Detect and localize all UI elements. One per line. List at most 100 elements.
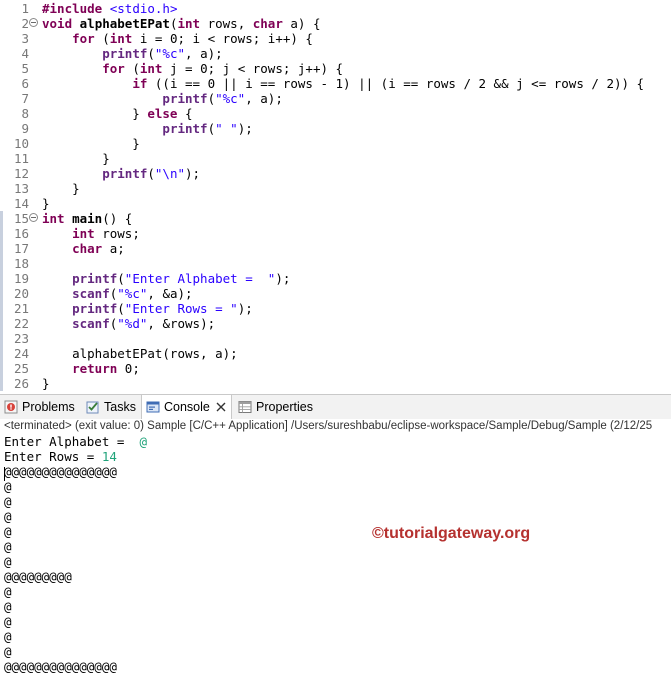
code-text[interactable]: #include <stdio.h> — [42, 1, 177, 16]
tab-tasks[interactable]: Tasks — [82, 395, 142, 419]
line-number: 10 — [13, 136, 29, 151]
code-text[interactable]: printf("\n"); — [42, 166, 200, 181]
code-text[interactable]: scanf("%c", &a); — [42, 286, 192, 301]
code-text[interactable]: return 0; — [42, 361, 140, 376]
code-line[interactable]: 1 #include <stdio.h> — [0, 1, 671, 16]
console-view[interactable]: <terminated> (exit value: 0) Sample [C/C… — [0, 419, 671, 678]
fold-toggle-icon[interactable] — [29, 18, 38, 27]
quick-diff-marker — [0, 256, 3, 271]
output-line: @ — [4, 494, 12, 509]
tab-properties-label: Properties — [256, 400, 313, 414]
code-line[interactable]: 5 for (int j = 0; j < rows; j++) { — [0, 61, 671, 76]
line-number: 9 — [21, 121, 29, 136]
view-tab-bar: Problems Tasks Console Properties — [0, 394, 671, 420]
code-line[interactable]: 16 int rows; — [0, 226, 671, 241]
quick-diff-marker — [0, 211, 3, 226]
code-line[interactable]: 7 printf("%c", a); — [0, 91, 671, 106]
output-line: @@@@@@@@@@@@@@@ — [4, 464, 117, 479]
line-number: 5 — [21, 61, 29, 76]
output-line: @@@@@@@@@@@@@@@ — [4, 659, 117, 674]
watermark: ©tutorialgateway.org — [372, 525, 531, 542]
code-text[interactable]: } — [42, 181, 80, 196]
tasks-icon — [86, 401, 99, 414]
code-text[interactable]: } — [42, 136, 140, 151]
code-text[interactable]: int main() { — [42, 211, 132, 226]
code-line[interactable]: 3 for (int i = 0; i < rows; i++) { — [0, 31, 671, 46]
quick-diff-marker — [0, 346, 3, 361]
code-line[interactable]: 11 } — [0, 151, 671, 166]
console-icon — [146, 401, 160, 413]
tab-tasks-label: Tasks — [104, 400, 136, 414]
input-rows: 14 — [101, 449, 117, 464]
line-number: 25 — [13, 361, 29, 376]
code-line[interactable]: 18 — [0, 256, 671, 271]
code-text[interactable]: int rows; — [42, 226, 140, 241]
code-line[interactable]: 17 char a; — [0, 241, 671, 256]
code-text[interactable]: for (int j = 0; j < rows; j++) { — [42, 61, 343, 76]
code-text[interactable]: alphabetEPat(rows, a); — [42, 346, 238, 361]
code-text[interactable]: } — [42, 376, 50, 391]
code-line[interactable]: 12 printf("\n"); — [0, 166, 671, 181]
code-line[interactable]: 2 void alphabetEPat(int rows, char a) { — [0, 16, 671, 31]
line-number: 19 — [13, 271, 29, 286]
line-number: 11 — [13, 151, 29, 166]
line-number: 6 — [21, 76, 29, 91]
code-text[interactable]: } else { — [42, 106, 192, 121]
line-number: 26 — [13, 376, 29, 391]
code-line[interactable]: 9 printf(" "); — [0, 121, 671, 136]
code-text[interactable]: char a; — [42, 241, 125, 256]
code-text[interactable]: scanf("%d", &rows); — [42, 316, 215, 331]
line-number: 24 — [13, 346, 29, 361]
line-number: 20 — [13, 286, 29, 301]
code-text[interactable]: printf(" "); — [42, 121, 252, 136]
code-text[interactable]: printf("Enter Rows = "); — [42, 301, 253, 316]
tab-console[interactable]: Console — [141, 395, 232, 420]
code-line[interactable]: 15 int main() { — [0, 211, 671, 226]
tab-console-label: Console — [164, 400, 210, 414]
properties-icon — [238, 401, 252, 413]
code-line[interactable]: 26} — [0, 376, 671, 391]
code-line[interactable]: 23 — [0, 331, 671, 346]
line-number: 16 — [13, 226, 29, 241]
code-line[interactable]: 14} — [0, 196, 671, 211]
close-icon[interactable] — [215, 401, 227, 413]
line-number: 22 — [13, 316, 29, 331]
code-line[interactable]: 22 scanf("%d", &rows); — [0, 316, 671, 331]
code-text[interactable]: printf("Enter Alphabet = "); — [42, 271, 290, 286]
code-line[interactable]: 10 } — [0, 136, 671, 151]
code-line[interactable]: 25 return 0; — [0, 361, 671, 376]
code-text[interactable]: for (int i = 0; i < rows; i++) { — [42, 31, 313, 46]
code-line[interactable]: 13 } — [0, 181, 671, 196]
prompt-rows: Enter Rows = — [4, 449, 102, 464]
code-text[interactable]: if ((i == 0 || i == rows - 1) || (i == r… — [42, 76, 644, 91]
line-number: 13 — [13, 181, 29, 196]
code-line[interactable]: 4 printf("%c", a); — [0, 46, 671, 61]
line-number: 14 — [13, 196, 29, 211]
code-line[interactable]: 8 } else { — [0, 106, 671, 121]
code-line[interactable]: 6 if ((i == 0 || i == rows - 1) || (i ==… — [0, 76, 671, 91]
code-text[interactable]: printf("%c", a); — [42, 46, 222, 61]
quick-diff-marker — [0, 286, 3, 301]
code-line[interactable]: 21 printf("Enter Rows = "); — [0, 301, 671, 316]
tab-problems[interactable]: Problems — [0, 395, 80, 419]
quick-diff-marker — [0, 301, 3, 316]
code-line[interactable]: 24 alphabetEPat(rows, a); — [0, 346, 671, 361]
output-line: @ — [4, 509, 12, 524]
code-line[interactable]: 20 scanf("%c", &a); — [0, 286, 671, 301]
fold-toggle-icon[interactable] — [29, 213, 38, 222]
code-editor[interactable]: 1 #include <stdio.h> 2 void alphabetEPat(in… — [0, 0, 671, 391]
quick-diff-marker — [0, 376, 3, 391]
tab-properties[interactable]: Properties — [234, 395, 316, 419]
code-text[interactable]: void alphabetEPat(int rows, char a) { — [42, 16, 321, 31]
line-number: 17 — [13, 241, 29, 256]
code-text[interactable]: } — [42, 151, 110, 166]
line-number: 2 — [21, 16, 29, 31]
quick-diff-marker — [0, 241, 3, 256]
code-text[interactable]: printf("%c", a); — [42, 91, 282, 106]
line-number: 15 — [13, 211, 29, 226]
prompt-alphabet: Enter Alphabet = — [4, 434, 140, 449]
line-number: 8 — [21, 106, 29, 121]
code-line[interactable]: 19 printf("Enter Alphabet = "); — [0, 271, 671, 286]
quick-diff-marker — [0, 316, 3, 331]
code-text[interactable]: } — [42, 196, 50, 211]
